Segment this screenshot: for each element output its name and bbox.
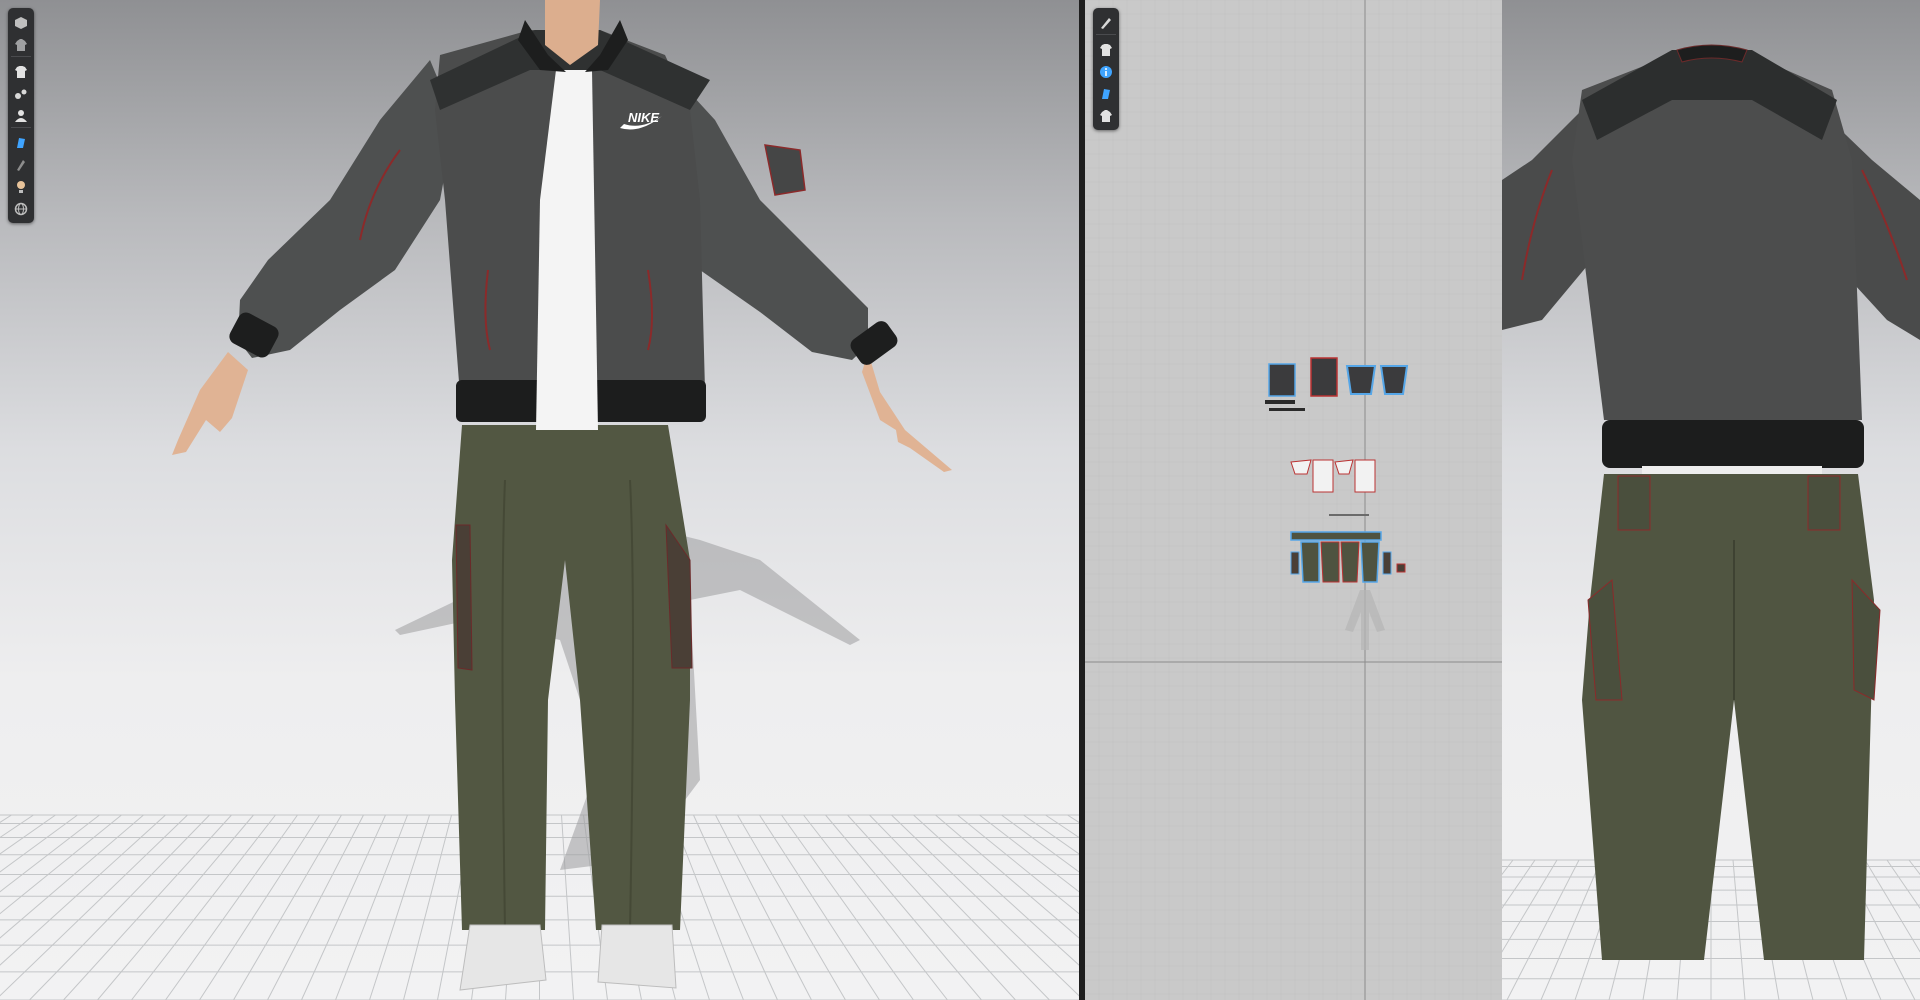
pattern-piece[interactable] [1354, 459, 1376, 493]
pattern-piece[interactable] [1268, 363, 1296, 397]
pattern-piece[interactable] [1312, 459, 1334, 493]
info-icon[interactable] [1096, 62, 1116, 81]
left-sleeve [238, 60, 455, 358]
pattern-piece[interactable] [1310, 357, 1338, 397]
pattern-piece[interactable] [1360, 541, 1380, 583]
pattern-piece[interactable] [1290, 459, 1312, 475]
pattern-piece[interactable] [1290, 531, 1382, 541]
pattern-piece[interactable] [1382, 551, 1392, 575]
cargo-pocket-right [1851, 578, 1881, 701]
pattern-group-jacket[interactable] [1265, 357, 1409, 411]
pattern-piece[interactable] [1329, 514, 1369, 516]
pattern-piece[interactable] [1290, 551, 1300, 575]
2d-pattern-viewport[interactable] [1085, 0, 1502, 1000]
cube-icon[interactable] [11, 13, 31, 32]
pants-back [1582, 474, 1874, 960]
pattern-piece[interactable] [1345, 365, 1377, 395]
pattern-piece[interactable] [1265, 400, 1295, 404]
avatar-icon[interactable] [11, 106, 31, 125]
jacket-logo: NIKE [628, 110, 659, 125]
jacket-hem-rib-back [1602, 420, 1864, 468]
tshirt-hem-back [1642, 466, 1822, 474]
back-scene[interactable] [1502, 0, 1920, 1000]
pants-left-pocket [455, 524, 473, 671]
pattern-piece[interactable] [1379, 365, 1409, 395]
pants-back-pocket-right [1807, 475, 1841, 531]
pattern-grid [1085, 0, 1502, 1000]
pattern-piece[interactable] [1269, 408, 1305, 411]
pattern-piece[interactable] [1300, 541, 1320, 583]
tshirt-icon[interactable] [11, 62, 31, 81]
tshirt-icon[interactable] [1096, 40, 1116, 59]
garment-icon[interactable] [11, 35, 31, 54]
pattern-group-tshirt[interactable] [1290, 459, 1376, 516]
left-hand [172, 352, 248, 455]
texture-icon[interactable] [1096, 84, 1116, 103]
pattern-piece[interactable] [1340, 541, 1360, 583]
left-shoe [459, 924, 547, 991]
front-scene[interactable]: NIKE [0, 0, 1079, 1000]
pins-icon[interactable] [11, 84, 31, 103]
garment-icon[interactable] [1096, 106, 1116, 125]
right-shoe [597, 924, 677, 989]
3d-viewport-back[interactable] [1502, 0, 1920, 1000]
sleeve-pocket-right [764, 144, 806, 196]
pen-icon[interactable] [1096, 13, 1116, 32]
pants-back-pocket-left [1617, 475, 1651, 531]
3d-toolbar [8, 8, 34, 223]
pattern-piece[interactable] [1334, 459, 1354, 475]
texture-icon[interactable] [11, 133, 31, 152]
pattern-piece[interactable] [1396, 563, 1406, 573]
pattern-group-pants[interactable] [1290, 531, 1406, 583]
pattern-piece[interactable] [1320, 541, 1340, 583]
pattern-scene[interactable] [1085, 0, 1502, 1000]
3d-viewport-front[interactable]: NIKE [0, 0, 1079, 1000]
light-icon[interactable] [11, 177, 31, 196]
sphere-icon[interactable] [11, 199, 31, 218]
2d-toolbar [1093, 8, 1119, 130]
right-hand [862, 352, 952, 472]
brush-icon[interactable] [11, 155, 31, 174]
